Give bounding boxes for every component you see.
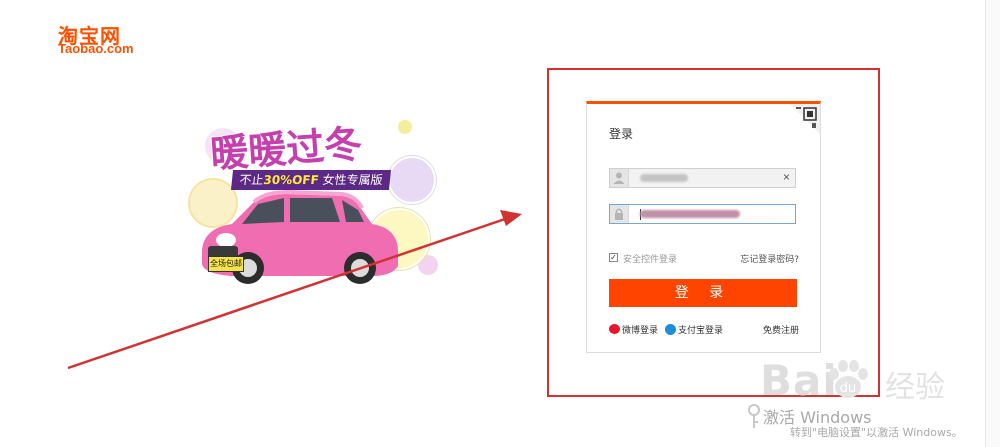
pink-car-image xyxy=(202,189,398,284)
security-control-label[interactable]: 安全控件登录 xyxy=(623,252,677,265)
key-icon xyxy=(748,404,760,428)
user-icon xyxy=(610,169,629,187)
password-value-redacted xyxy=(640,210,740,218)
weibo-login-link[interactable]: 微博登录 xyxy=(622,323,658,336)
security-control-checkbox[interactable]: ✓ xyxy=(609,253,618,262)
alipay-login-link[interactable]: 支付宝登录 xyxy=(678,323,723,336)
baidu-watermark-jingyan: 经验 xyxy=(885,370,945,405)
login-button[interactable]: 登 录 xyxy=(609,279,797,307)
lock-icon xyxy=(610,205,629,223)
free-signup-link[interactable]: 免费注册 xyxy=(763,323,799,336)
login-panel: 登录 × ✓ 安全控件登录 忘记登录密码? 登 录 微博登录 支付宝登录 免费注… xyxy=(586,101,821,353)
baidu-paw-icon: du xyxy=(829,360,868,398)
login-title: 登录 xyxy=(609,127,634,141)
promo-plate: 全场包邮 xyxy=(208,256,244,272)
baidu-watermark-du: du xyxy=(840,381,857,396)
clear-username-icon[interactable]: × xyxy=(783,170,790,184)
qr-code-icon[interactable] xyxy=(790,104,820,134)
username-input[interactable]: × xyxy=(609,168,796,188)
password-input[interactable] xyxy=(609,204,796,224)
username-value-redacted xyxy=(640,174,688,182)
promo-bubble xyxy=(398,120,412,134)
forgot-password-link[interactable]: 忘记登录密码? xyxy=(740,252,799,265)
alt-login-row: 微博登录 支付宝登录 免费注册 xyxy=(609,323,799,337)
login-options-row: ✓ 安全控件登录 忘记登录密码? xyxy=(609,252,799,266)
scrollbar[interactable] xyxy=(985,0,1000,447)
weibo-icon[interactable] xyxy=(609,324,620,334)
windows-activation-hint: 转到"电脑设置"以激活 Windows。 xyxy=(790,426,963,439)
taobao-logo-domain[interactable]: Taobao.com xyxy=(58,41,134,56)
promo-title: 暖暖过冬 xyxy=(208,121,364,177)
promo-banner: 不止30%OFF 女性专属版 xyxy=(230,170,392,190)
alipay-icon[interactable] xyxy=(665,324,676,335)
